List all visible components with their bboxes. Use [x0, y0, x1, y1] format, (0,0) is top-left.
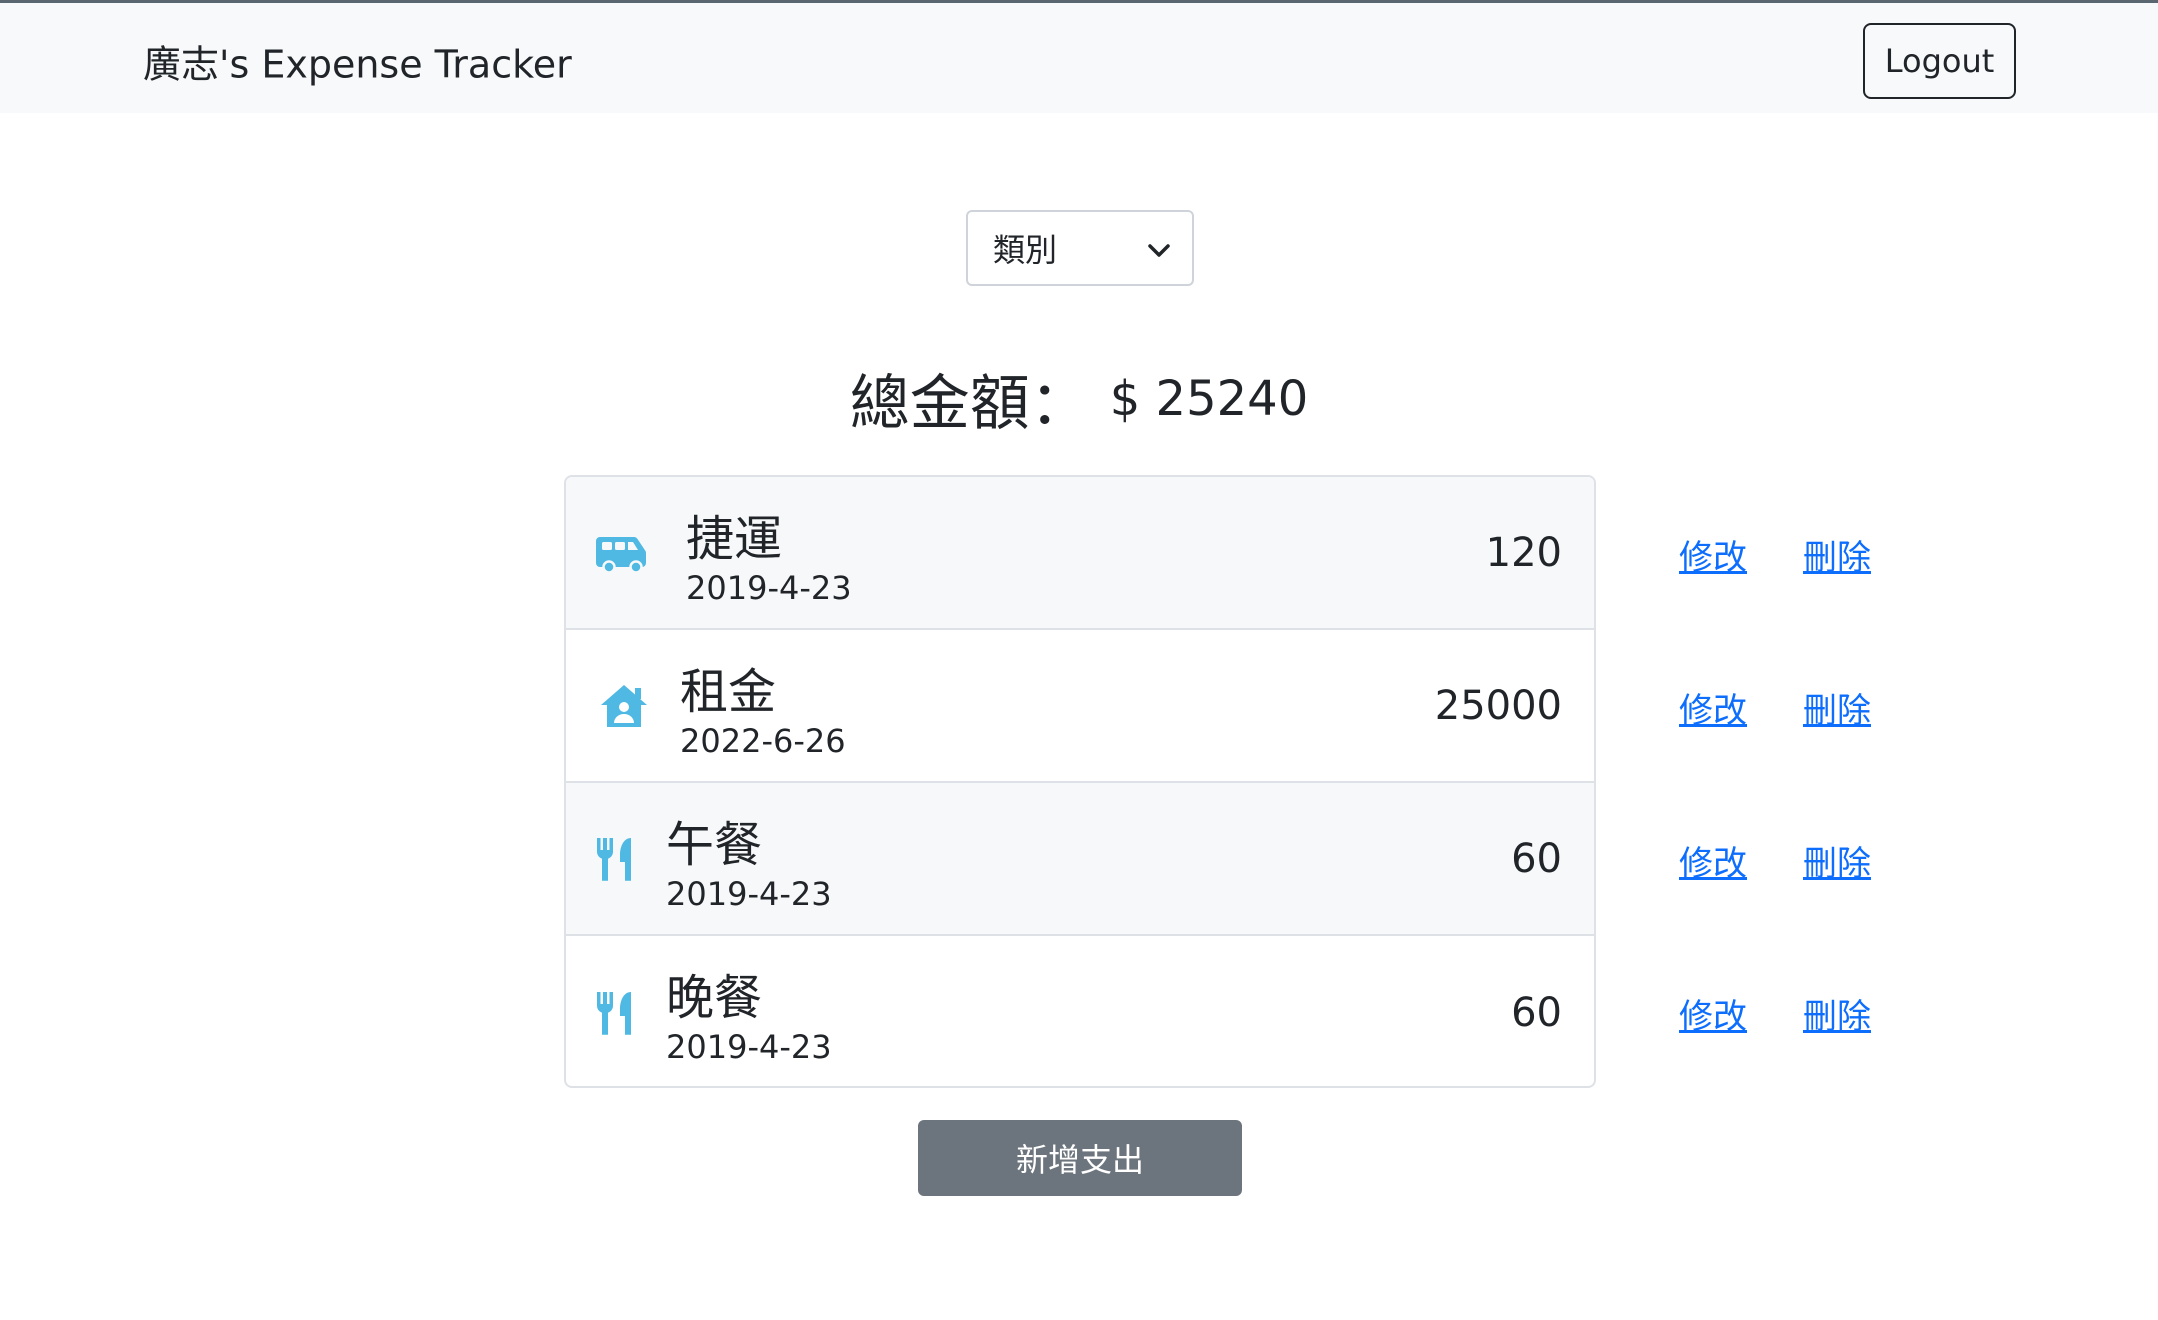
list-item: 午餐 2019-4-23 60: [566, 783, 1594, 936]
record-date: 2019-4-23: [666, 875, 832, 913]
house-user-icon: [596, 678, 652, 734]
record-amount: 25000: [1434, 682, 1562, 729]
van-icon: [596, 525, 652, 581]
utensils-icon: [594, 831, 634, 887]
list-item: 租金 2022-6-26 25000: [566, 630, 1594, 783]
record-date: 2022-6-26: [680, 722, 846, 760]
record-name: 租金: [680, 664, 777, 720]
edit-link[interactable]: 修改: [1679, 530, 1747, 579]
delete-link[interactable]: 刪除: [1803, 683, 1871, 732]
edit-link[interactable]: 修改: [1679, 989, 1747, 1038]
record-name: 午餐: [666, 817, 763, 873]
record-name: 晚餐: [666, 970, 763, 1026]
app-title[interactable]: 廣志's Expense Tracker: [143, 34, 572, 89]
chevron-down-icon: [1142, 234, 1176, 268]
navbar: 廣志's Expense Tracker Logout: [0, 0, 2158, 113]
category-select-value: 類別: [993, 231, 1058, 269]
category-select[interactable]: 類別: [966, 210, 1194, 286]
expense-list: 捷運 2019-4-23 120 租金 2022-6-26 25000 午餐 2…: [564, 475, 1596, 1088]
total-label: 總金額：: [849, 369, 1090, 439]
delete-link[interactable]: 刪除: [1803, 989, 1871, 1038]
list-item: 晚餐 2019-4-23 60: [566, 936, 1594, 1086]
logout-button[interactable]: Logout: [1863, 23, 2016, 99]
total-amount: 總金額： $ 25240: [0, 355, 2158, 445]
add-expense-button[interactable]: 新增支出: [918, 1120, 1242, 1196]
record-name: 捷運: [686, 511, 783, 567]
delete-link[interactable]: 刪除: [1803, 530, 1871, 579]
edit-link[interactable]: 修改: [1679, 683, 1747, 732]
record-amount: 60: [1511, 835, 1562, 882]
record-amount: 120: [1485, 529, 1562, 576]
record-date: 2019-4-23: [666, 1028, 832, 1066]
total-value: $ 25240: [1109, 370, 1309, 427]
edit-link[interactable]: 修改: [1679, 836, 1747, 885]
record-amount: 60: [1511, 989, 1562, 1036]
delete-link[interactable]: 刪除: [1803, 836, 1871, 885]
list-item: 捷運 2019-4-23 120: [566, 477, 1594, 630]
utensils-icon: [594, 985, 634, 1041]
record-date: 2019-4-23: [686, 569, 852, 607]
